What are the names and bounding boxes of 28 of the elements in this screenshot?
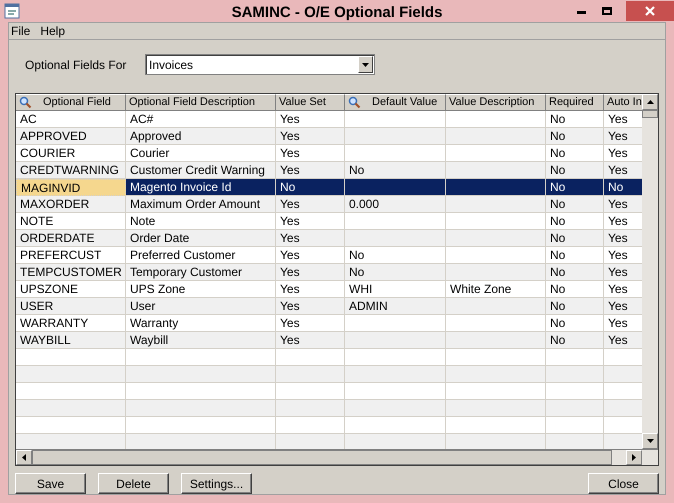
filter-dropdown[interactable]: Invoices [145, 54, 375, 75]
filter-label: Optional Fields For [25, 56, 128, 74]
close-button[interactable] [626, 1, 674, 21]
column-header[interactable]: Default Value [345, 94, 446, 111]
menu-item[interactable]: Help [40, 22, 66, 40]
menu-item[interactable]: File [11, 22, 30, 40]
column-header[interactable]: Optional Field Description [126, 94, 276, 111]
dialog-button[interactable]: Close [588, 473, 659, 494]
column-header[interactable]: Value Description [446, 94, 546, 111]
scroll-thumb[interactable] [642, 110, 658, 118]
scroll-up-arrow-icon[interactable] [646, 100, 654, 104]
dialog-button[interactable]: Settings... [181, 473, 252, 494]
column-header[interactable]: Auto In [604, 94, 642, 111]
vertical-scrollbar[interactable] [642, 94, 658, 449]
scroll-thumb[interactable] [32, 450, 612, 465]
app-icon [4, 3, 20, 19]
field-cell: MAGINVID [16, 179, 126, 196]
dialog-button[interactable]: Delete [98, 473, 169, 494]
column-header[interactable]: Value Set [276, 94, 345, 111]
scroll-down-arrow-icon[interactable] [646, 439, 654, 443]
scroll-left-arrow-icon[interactable] [22, 454, 26, 461]
close-icon [645, 6, 655, 16]
window-title: SAMINC - O/E Optional Fields [232, 3, 442, 23]
dialog-button[interactable]: Save [15, 473, 86, 494]
column-header[interactable]: Required [546, 94, 604, 111]
scroll-right-arrow-icon[interactable] [632, 454, 636, 461]
column-header[interactable]: Optional Field [16, 94, 126, 111]
horizontal-scrollbar[interactable] [16, 449, 658, 465]
